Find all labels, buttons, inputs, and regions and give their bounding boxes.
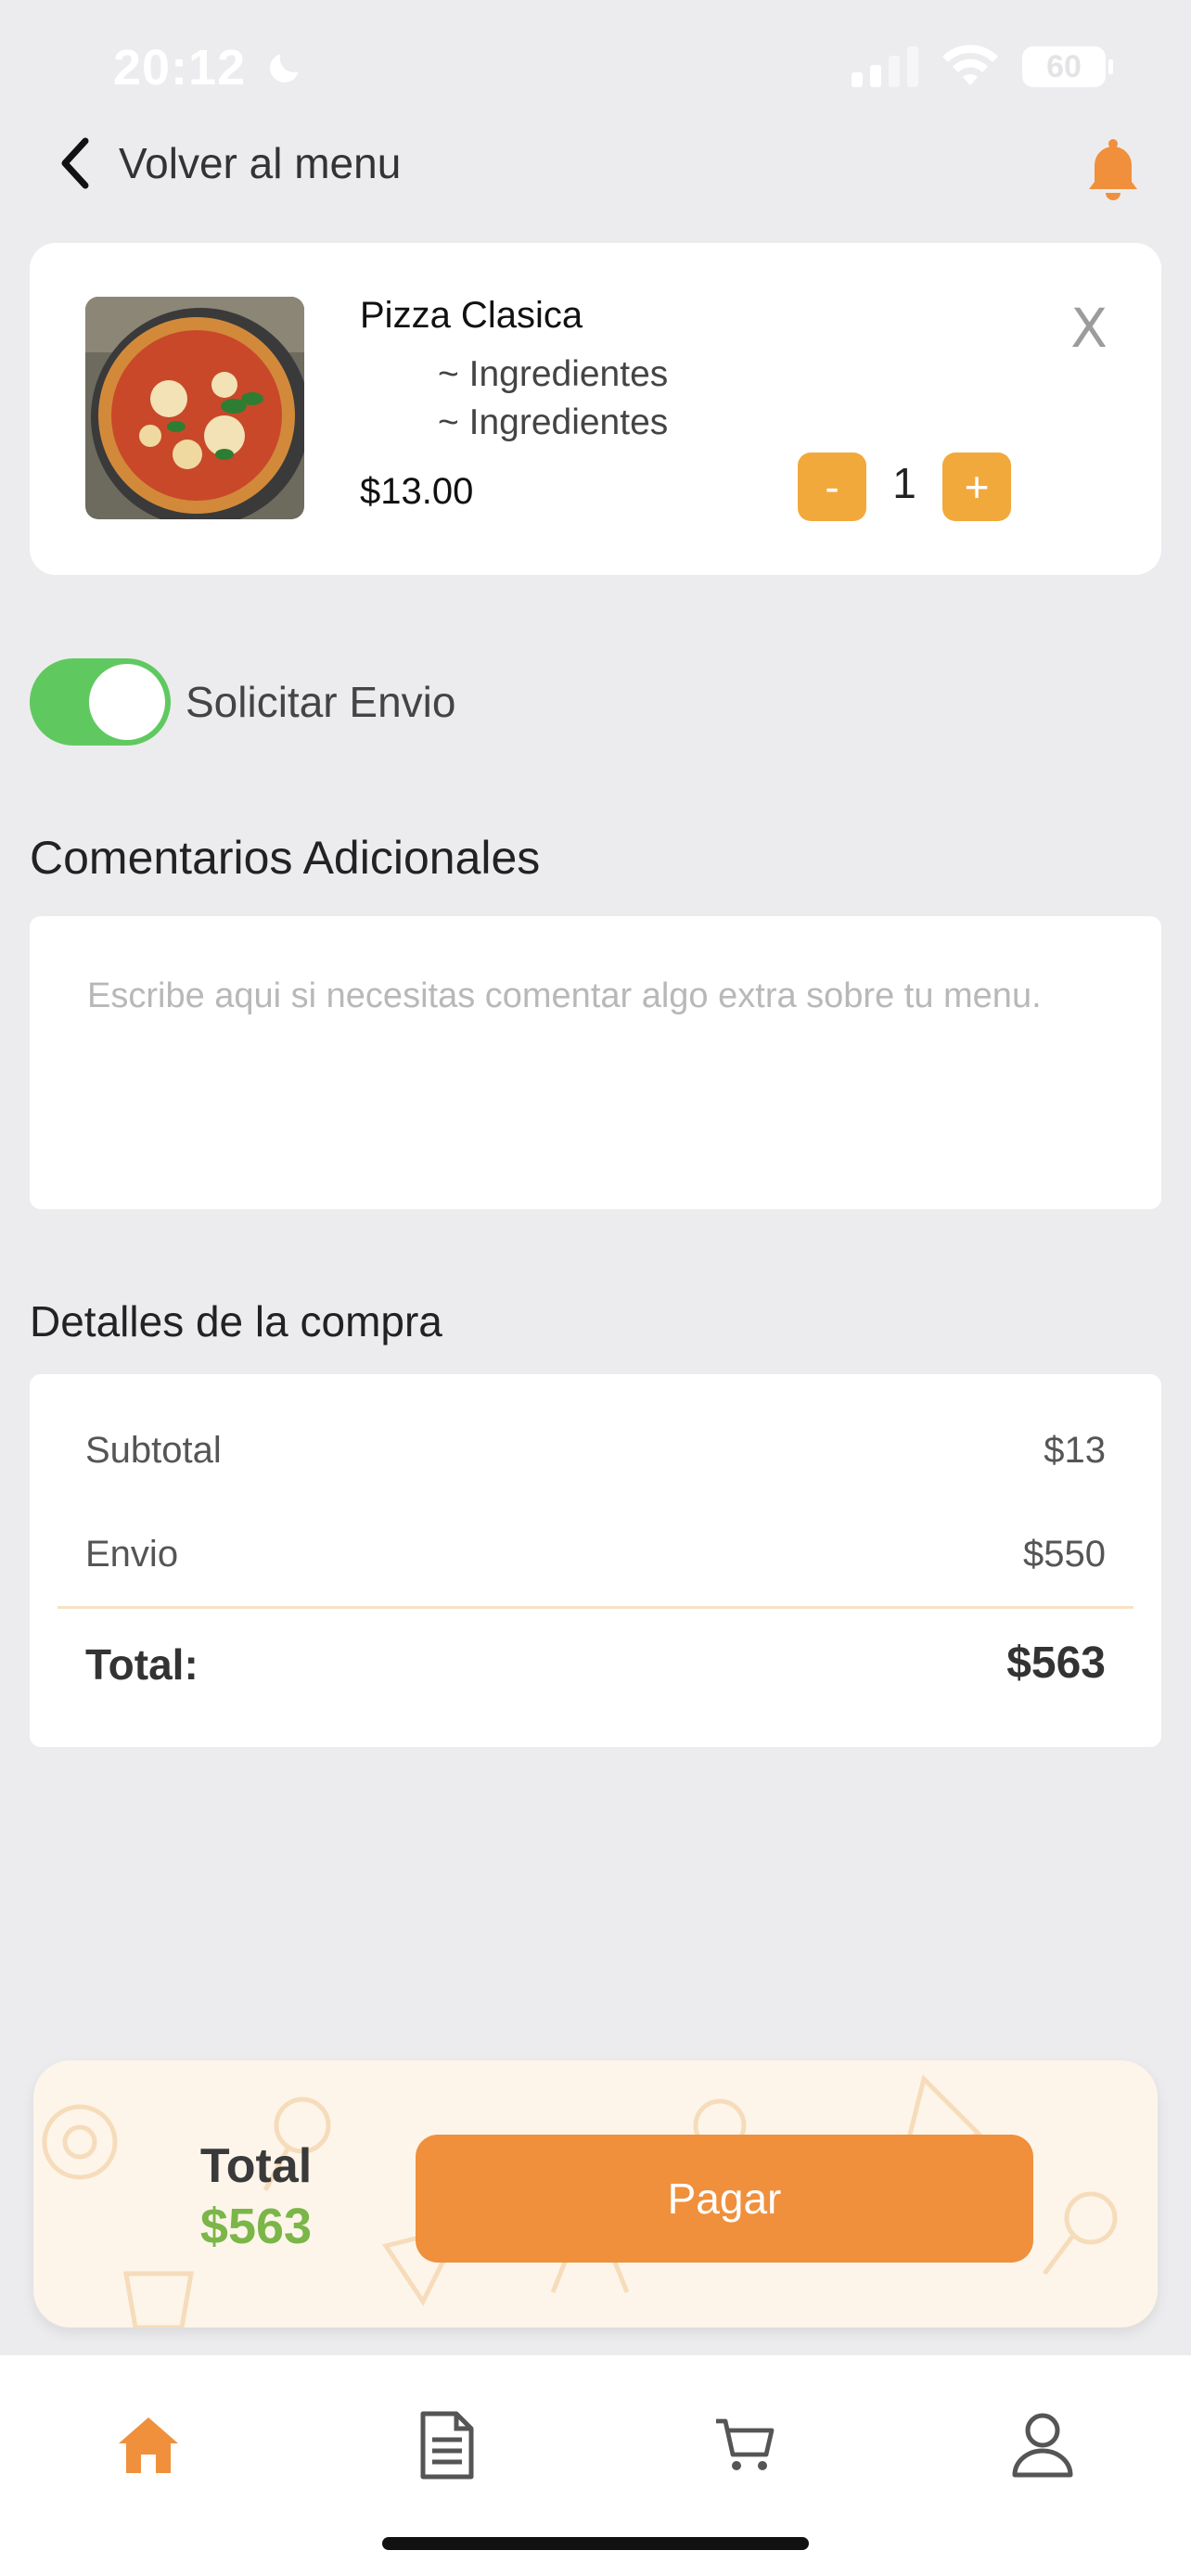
remove-item-button[interactable]: X [1070,297,1108,360]
status-indicators: 60 [852,45,1113,89]
document-icon [420,2411,474,2480]
chevron-left-icon [61,137,89,189]
back-button[interactable]: Volver al menu [58,137,401,189]
bell-icon [1089,139,1137,200]
wifi-icon [942,45,998,85]
shipping-value: $550 [1023,1534,1106,1575]
comments-title: Comentarios Adicionales [30,832,541,884]
pay-total-value: $563 [199,2199,313,2254]
comments-input[interactable] [85,972,1072,1161]
shipping-label: Envio [85,1534,179,1575]
item-name: Pizza Clasica [360,295,583,336]
nav-home[interactable] [93,2394,204,2496]
subtotal-value: $13 [1044,1430,1106,1471]
increase-quantity-button[interactable]: + [942,453,1011,521]
notification-bell-button[interactable] [1083,137,1143,207]
battery-level: 60 [1046,48,1082,84]
delivery-label: Solicitar Envio [186,678,456,726]
moon-icon [270,54,299,83]
pay-total-label: Total [199,2139,313,2193]
home-icon [119,2417,178,2473]
status-time-text: 20:12 [113,40,247,96]
total-label: Total: [85,1640,198,1689]
toggle-knob [89,664,165,740]
status-time: 20:12 [113,39,305,96]
home-indicator [382,2537,809,2550]
details-divider [58,1606,1133,1609]
details-title: Detalles de la compra [30,1297,442,1345]
nav-orders[interactable] [391,2394,503,2496]
pizza-image [85,297,304,519]
decrease-quantity-button[interactable]: - [798,453,866,521]
item-ingredient: ~ Ingredientes [438,402,669,442]
quantity-value: 1 [892,459,916,507]
cart-icon [716,2418,775,2470]
nav-cart[interactable] [690,2394,801,2496]
item-price: $13.00 [360,471,474,512]
subtotal-label: Subtotal [85,1430,222,1471]
delivery-toggle[interactable] [30,658,171,746]
pay-button[interactable]: Pagar [416,2135,1033,2263]
user-icon [1012,2413,1073,2478]
pay-bar: Total $563 Pagar [33,2060,1158,2327]
purchase-details: Subtotal $13 Envio $550 Total: $563 [30,1374,1161,1747]
battery-icon: 60 [1022,46,1113,87]
cart-item-card: Pizza Clasica ~ Ingredientes ~ Ingredien… [30,243,1161,575]
back-label: Volver al menu [119,139,402,187]
nav-profile[interactable] [987,2394,1098,2496]
item-ingredient: ~ Ingredientes [438,354,669,394]
signal-icon [852,46,918,87]
total-value: $563 [1006,1639,1106,1688]
comments-box [30,916,1161,1209]
